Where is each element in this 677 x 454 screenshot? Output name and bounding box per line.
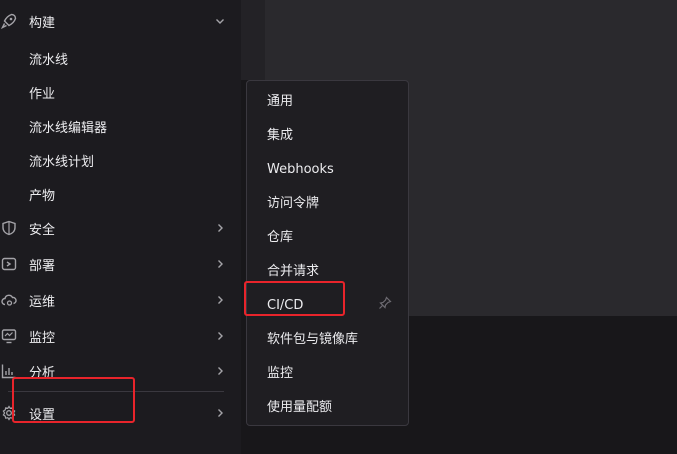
sidebar-item-label: 分析 xyxy=(29,365,56,381)
sidebar-subitem-label: 流水线编辑器 xyxy=(29,120,108,136)
cloud-gear-icon xyxy=(0,291,18,309)
rocket-icon xyxy=(0,12,18,30)
app-root: 构建 流水线 作业 流水线编辑器 流水线计划 产物 安全 部署 运维 监控 分析… xyxy=(0,0,677,454)
sidebar-divider xyxy=(8,391,224,392)
sidebar-subitem-label: 作业 xyxy=(29,86,56,102)
sidebar-item-security[interactable]: 安全 xyxy=(0,211,241,245)
gear-icon xyxy=(0,404,18,422)
menu-item-packages-registries[interactable]: 软件包与镜像库 xyxy=(267,330,358,350)
sidebar-subitem-pipeline-editor[interactable]: 流水线编辑器 xyxy=(0,109,241,143)
menu-item-general[interactable]: 通用 xyxy=(267,92,293,112)
sidebar-subitem-label: 流水线 xyxy=(29,52,69,68)
sidebar-subitem-pipelines[interactable]: 流水线 xyxy=(0,41,241,75)
sidebar-item-deploy[interactable]: 部署 xyxy=(0,247,241,281)
sidebar-item-settings[interactable]: 设置 xyxy=(0,396,241,430)
monitor-icon xyxy=(0,327,18,345)
menu-item-ci-cd[interactable]: CI/CD xyxy=(267,296,303,316)
menu-item-merge-requests[interactable]: 合并请求 xyxy=(267,262,319,282)
menu-item-repository[interactable]: 仓库 xyxy=(267,228,293,248)
content-header-strip xyxy=(241,0,265,80)
deploy-icon xyxy=(0,255,18,273)
sidebar-subitem-label: 流水线计划 xyxy=(29,154,95,170)
chevron-right-icon xyxy=(215,295,225,305)
menu-item-usage-quotas[interactable]: 使用量配额 xyxy=(267,398,332,418)
sidebar-subitem-pipeline-schedules[interactable]: 流水线计划 xyxy=(0,143,241,177)
sidebar-subitem-artifacts[interactable]: 产物 xyxy=(0,177,241,211)
chevron-right-icon xyxy=(215,259,225,269)
chevron-right-icon xyxy=(215,223,225,233)
sidebar-item-label: 监控 xyxy=(29,330,56,346)
sidebar-item-label: 运维 xyxy=(29,294,56,310)
shield-icon xyxy=(0,219,18,237)
sidebar-item-label: 安全 xyxy=(29,222,56,238)
sidebar-item-operate[interactable]: 运维 xyxy=(0,283,241,317)
sidebar-item-analyze[interactable]: 分析 xyxy=(0,354,241,388)
sidebar-item-label: 部署 xyxy=(29,258,56,274)
menu-item-access-tokens[interactable]: 访问令牌 xyxy=(267,194,319,214)
chevron-right-icon xyxy=(215,408,225,418)
chevron-down-icon xyxy=(215,16,225,26)
menu-item-integrations[interactable]: 集成 xyxy=(267,126,293,146)
settings-flyout-menu: 通用 集成 Webhooks 访问令牌 仓库 合并请求 CI/CD 软件包与镜像… xyxy=(246,80,409,426)
sidebar-item-label: 构建 xyxy=(29,15,56,31)
pin-icon[interactable] xyxy=(378,295,392,309)
sidebar-item-monitor[interactable]: 监控 xyxy=(0,319,241,353)
chevron-right-icon xyxy=(215,331,225,341)
chevron-right-icon xyxy=(215,366,225,376)
menu-item-monitor[interactable]: 监控 xyxy=(267,364,293,384)
sidebar: 构建 流水线 作业 流水线编辑器 流水线计划 产物 安全 部署 运维 监控 分析… xyxy=(0,0,241,454)
chart-icon xyxy=(0,362,18,380)
sidebar-subitem-jobs[interactable]: 作业 xyxy=(0,75,241,109)
menu-item-webhooks[interactable]: Webhooks xyxy=(267,160,334,180)
sidebar-item-build[interactable]: 构建 xyxy=(0,4,241,38)
sidebar-item-label: 设置 xyxy=(29,407,56,423)
sidebar-subitem-label: 产物 xyxy=(29,188,56,204)
